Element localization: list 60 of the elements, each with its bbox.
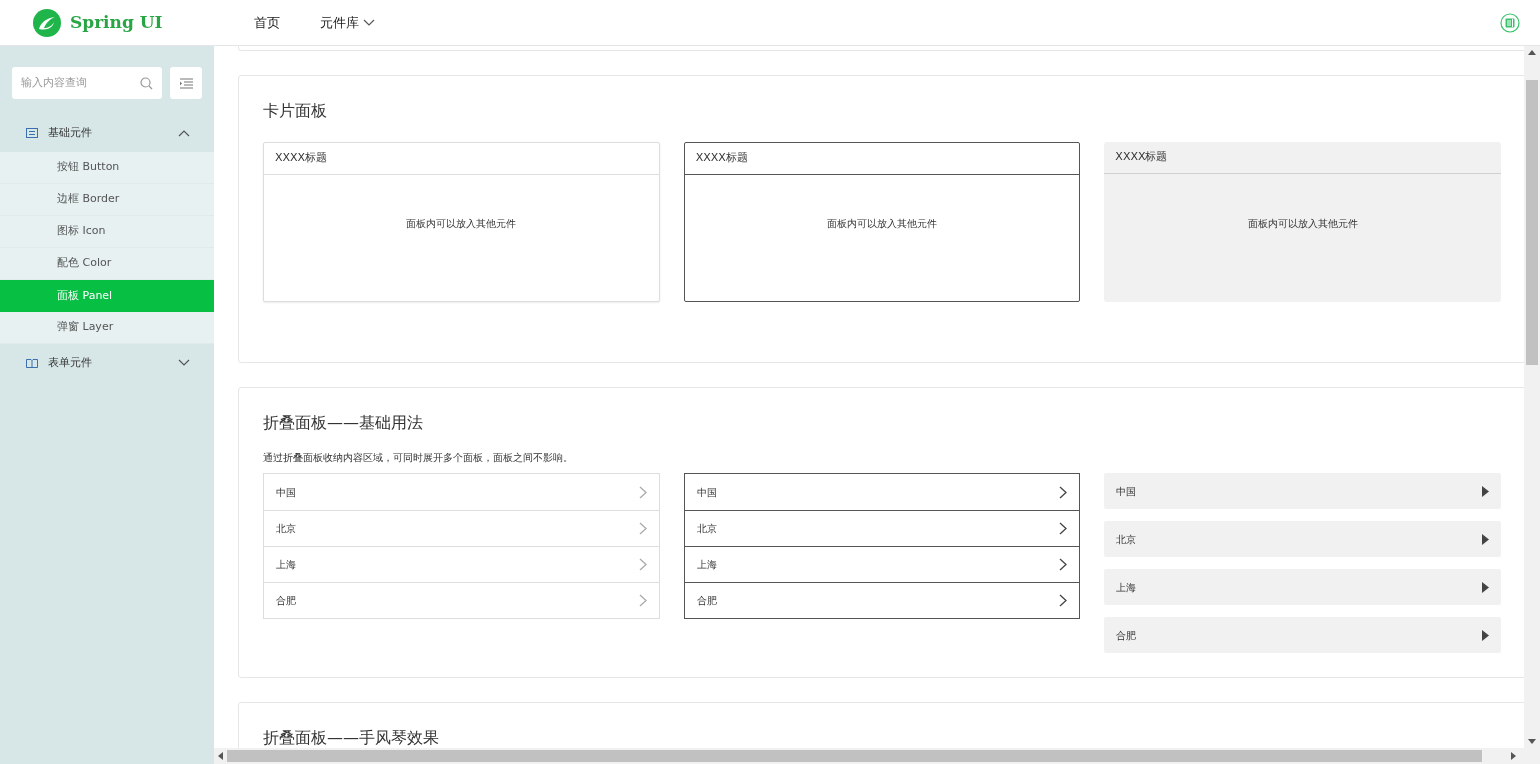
- collapse-item[interactable]: 中国: [684, 474, 1080, 510]
- nav-link[interactable]: 元件库: [320, 12, 375, 33]
- chevron-right-icon: [638, 522, 647, 535]
- collapse-item[interactable]: 合肥: [1104, 617, 1501, 653]
- section-title: 卡片面板: [263, 100, 328, 122]
- collapse-item[interactable]: 上海: [264, 546, 659, 582]
- search-icon: [140, 76, 153, 90]
- caret-right-icon: [1482, 629, 1489, 641]
- panel-title: XXXX标题: [275, 150, 328, 167]
- collapse-item[interactable]: 北京: [684, 510, 1080, 546]
- scroll-right-icon: [1511, 752, 1516, 760]
- caret-right-icon: [1482, 581, 1489, 593]
- book-icon: [26, 358, 38, 368]
- collapse-item[interactable]: 上海: [684, 546, 1080, 582]
- book-icon[interactable]: [1500, 12, 1520, 33]
- scroll-up-icon: [1528, 50, 1536, 55]
- nav-link[interactable]: 首页: [254, 12, 280, 33]
- sidebar-item[interactable]: 配色 Color: [0, 248, 214, 280]
- search-input[interactable]: 输入内容查询: [21, 74, 131, 92]
- chevron-right-icon: [1059, 522, 1068, 535]
- sidebar-item[interactable]: 按钮 Button: [0, 152, 214, 184]
- sidebar-item[interactable]: 弹窗 Layer: [0, 312, 214, 344]
- panel-body-text: 面板内可以放入其他元件: [827, 216, 937, 231]
- scroll-down-icon: [1528, 739, 1536, 744]
- panel-title: XXXX标题: [695, 150, 748, 167]
- sidebar-group[interactable]: 基础元件: [0, 114, 214, 152]
- caret-right-icon: [1482, 533, 1489, 545]
- section-title: 折叠面板——基础用法: [263, 412, 424, 434]
- panel-title: XXXX标题: [1115, 149, 1168, 166]
- search-field[interactable]: 输入内容查询: [12, 67, 162, 99]
- chevron-right-icon: [638, 594, 647, 607]
- collapse-item[interactable]: 中国: [264, 474, 659, 510]
- collapse-item[interactable]: 中国: [1104, 473, 1501, 509]
- scrollbar-thumb[interactable]: [1526, 79, 1538, 365]
- list-icon: [26, 128, 38, 138]
- menu-toggle-button[interactable]: [170, 67, 202, 99]
- sidebar-item[interactable]: 边框 Border: [0, 184, 214, 216]
- leaf-logo-icon: [32, 7, 62, 38]
- panel-body-text: 面板内可以放入其他元件: [1247, 216, 1358, 231]
- chevron-right-icon: [638, 558, 647, 571]
- collapse-item[interactable]: 北京: [1104, 521, 1501, 557]
- horizontal-scrollbar[interactable]: [214, 748, 1540, 764]
- menu-icon: [179, 77, 193, 89]
- sidebar-group[interactable]: 表单元件: [0, 344, 214, 382]
- section-title: 折叠面板——手风琴效果: [263, 727, 440, 748]
- scroll-left-icon: [218, 752, 223, 760]
- chevron-right-icon: [1059, 485, 1068, 499]
- collapse-item[interactable]: 合肥: [264, 582, 659, 618]
- collapse-item[interactable]: 北京: [264, 510, 659, 546]
- chevron-right-icon: [638, 485, 647, 499]
- caret-right-icon: [1482, 485, 1489, 497]
- chevron-right-icon: [1059, 594, 1068, 607]
- chevron-right-icon: [1059, 558, 1068, 571]
- panel-body-text: 面板内可以放入其他元件: [406, 216, 517, 231]
- collapse-item[interactable]: 合肥: [684, 582, 1080, 618]
- sidebar-item[interactable]: 图标 Icon: [0, 216, 214, 248]
- collapse-item[interactable]: 上海: [1104, 569, 1501, 605]
- vertical-scrollbar[interactable]: [1524, 46, 1540, 748]
- scrollbar-thumb[interactable]: [227, 750, 1482, 762]
- section-description: 通过折叠面板收纳内容区域，可同时展开多个面板，面板之间不影响。: [263, 451, 574, 465]
